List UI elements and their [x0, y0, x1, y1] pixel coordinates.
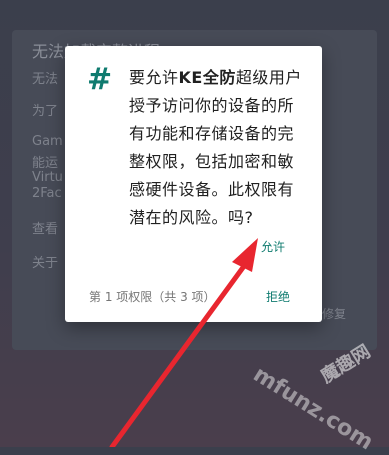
watermark-en: mfunz.com: [248, 362, 378, 455]
background-line: 2Fac: [32, 186, 62, 201]
background-line: 查看: [32, 222, 59, 237]
message-prefix: 要允许: [129, 68, 179, 87]
permission-message: 要允许KE全防超级用户授予访问你的设备的所有功能和存储设备的完整权限，包括加密和…: [129, 64, 309, 232]
permission-counter: 第 1 项权限（共 3 项）: [89, 290, 216, 304]
repair-button: 修复: [322, 307, 347, 321]
hash-icon: #: [87, 62, 113, 97]
background-line: 关于: [32, 256, 59, 271]
deny-button[interactable]: 拒绝: [266, 288, 290, 305]
background-line: 能运: [32, 156, 59, 171]
message-suffix: 超级用户授予访问你的设备的所有功能和存储设备的完整权限，包括加密和敏感硬件设备。…: [129, 68, 302, 227]
background-line: 为了: [32, 104, 59, 119]
app-name: KE全防: [178, 68, 236, 87]
background-line: 无法: [32, 72, 59, 87]
background-line: Gam: [32, 134, 63, 149]
background-line: Virtu: [32, 170, 63, 185]
permission-dialog: # 要允许KE全防超级用户授予访问你的设备的所有功能和存储设备的完整权限，包括加…: [65, 46, 322, 322]
allow-button[interactable]: 允许: [261, 238, 285, 255]
